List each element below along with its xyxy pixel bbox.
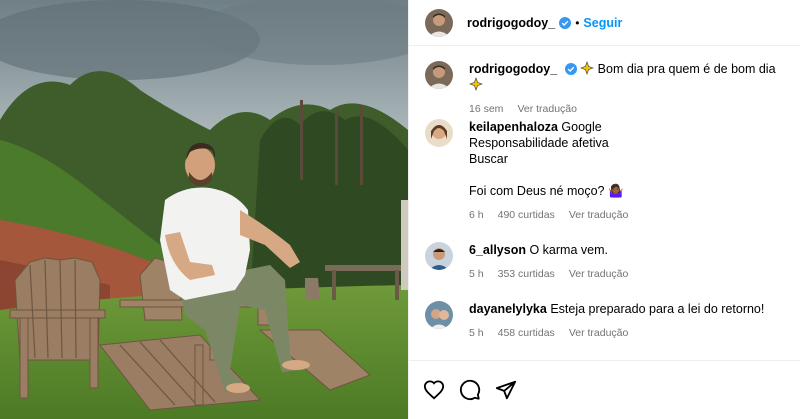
verified-badge-icon — [564, 63, 577, 75]
author-username[interactable]: rodrigogodoy_ — [467, 16, 555, 30]
comment-translate-link[interactable]: Ver tradução — [569, 207, 629, 223]
comment-translate-link[interactable]: Ver tradução — [569, 325, 629, 341]
comment-text-line: Responsabilidade afetiva — [469, 136, 609, 150]
caption-avatar[interactable] — [425, 61, 453, 89]
instagram-post-view: rodrigogodoy_ • Seguir rodrigogodoy_ Bom… — [0, 0, 800, 419]
post-photo[interactable] — [0, 0, 408, 419]
comment-item: dayanelylyka Esteja preparado para a lei… — [425, 301, 786, 341]
post-image — [0, 0, 408, 419]
comment-text-line: Foi com Deus né moço? 🤷🏾‍♀️ — [469, 184, 624, 198]
caption-text: Bom dia pra quem é de bom dia — [597, 62, 776, 76]
caption-translate-link[interactable]: Ver tradução — [517, 101, 577, 117]
comment-likes[interactable]: 490 curtidas — [498, 207, 555, 223]
comment-timestamp: 5 h — [469, 327, 484, 339]
post-header: rodrigogodoy_ • Seguir — [409, 0, 800, 46]
comment-item: 6_allyson O karma vem. 5 h 353 curtidas … — [425, 242, 786, 282]
follow-button[interactable]: Seguir — [583, 16, 622, 30]
comment-timestamp: 5 h — [469, 268, 484, 280]
comment-timestamp: 6 h — [469, 209, 484, 221]
comment-username[interactable]: dayanelylyka — [469, 302, 547, 316]
verified-badge-icon — [559, 16, 572, 29]
post-actions-bar — [409, 360, 800, 419]
comment-item: keilapenhaloza Google Responsabilidade a… — [425, 119, 786, 223]
comment-avatar[interactable] — [425, 119, 453, 147]
author-avatar[interactable] — [425, 8, 453, 37]
sparkle-star-icon — [580, 61, 595, 75]
comment-text-line: Buscar — [469, 152, 508, 166]
comment-text-line: Google — [561, 120, 602, 134]
comment-translate-link[interactable]: Ver tradução — [569, 266, 629, 282]
comment-avatar[interactable] — [425, 242, 453, 270]
heart-icon[interactable] — [423, 379, 445, 401]
separator-dot: • — [575, 15, 580, 30]
comment-text: O karma vem. — [529, 243, 608, 257]
caption-timestamp: 16 sem — [469, 103, 504, 115]
comment-username[interactable]: keilapenhaloza — [469, 120, 558, 134]
comment-likes[interactable]: 353 curtidas — [498, 266, 555, 282]
post-side-panel: rodrigogodoy_ • Seguir rodrigogodoy_ Bom… — [408, 0, 800, 419]
comment-icon[interactable] — [459, 379, 481, 401]
caption-username[interactable]: rodrigogodoy_ — [469, 62, 557, 76]
share-icon[interactable] — [495, 379, 517, 401]
comment-text-line — [469, 167, 786, 183]
comment-likes[interactable]: 458 curtidas — [498, 325, 555, 341]
caption-item: rodrigogodoy_ Bom dia pra quem é de bom … — [425, 61, 786, 117]
comment-avatar[interactable] — [425, 301, 453, 329]
sparkle-star-icon — [469, 77, 483, 91]
comment-username[interactable]: 6_allyson — [469, 243, 526, 257]
comment-text: Esteja preparado para a lei do retorno! — [550, 302, 765, 316]
comments-list[interactable]: rodrigogodoy_ Bom dia pra quem é de bom … — [409, 46, 800, 358]
